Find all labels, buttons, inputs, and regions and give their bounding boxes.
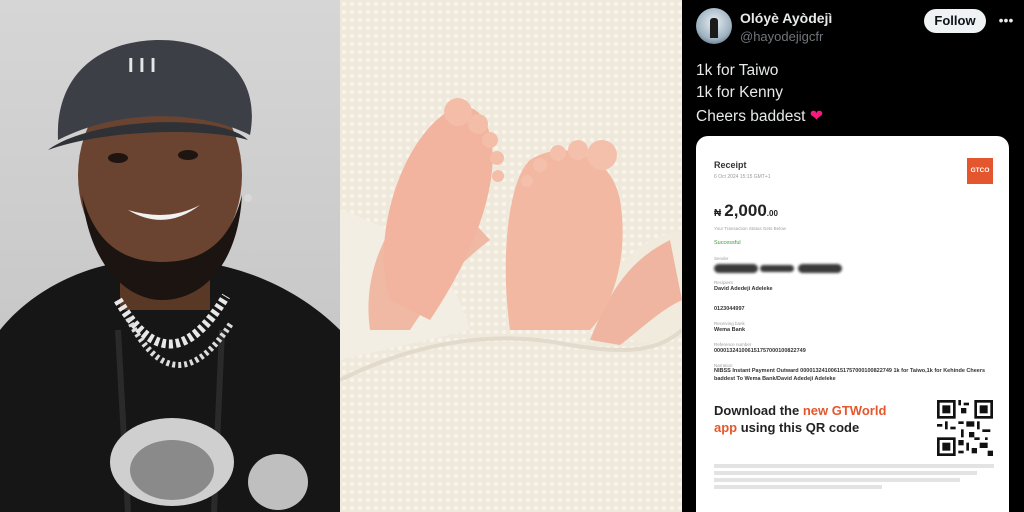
avatar[interactable]	[696, 8, 732, 44]
photo-man-in-cap: I I I	[0, 0, 340, 512]
redacted-sender-2	[760, 265, 794, 272]
receipt-date: 6 Oct 2024 15:15 GMT+1	[714, 174, 771, 180]
amount-value: 2,000	[724, 201, 767, 220]
tweet-line-3-text: Cheers baddest	[696, 108, 806, 125]
man-illustration: I I I	[0, 40, 340, 512]
display-name[interactable]: Olóyè Ayòdejì	[740, 10, 832, 26]
follow-button[interactable]: Follow	[924, 9, 986, 33]
redacted-sender-1	[714, 264, 758, 273]
gtco-logo: GTCO	[967, 158, 993, 184]
photo-baby-feet	[340, 0, 682, 512]
sender-label: Sender	[714, 256, 729, 261]
narration-text: NIBSS Instant Payment Outward 0000132410…	[714, 368, 986, 382]
receipt-title: Receipt	[714, 160, 747, 170]
heart-icon: ❤	[809, 108, 824, 125]
tweet-panel: Olóyè Ayòdejì @hayodejigcfr Follow ••• 1…	[682, 0, 1024, 512]
tweet-line-1: 1k for Taiwo	[696, 62, 779, 79]
baby-feet-illustration	[340, 0, 682, 512]
user-handle[interactable]: @hayodejigcfr	[740, 29, 823, 44]
tweet-line-3: Cheers baddest ❤	[696, 106, 823, 126]
amount-decimal: .00	[766, 209, 778, 218]
more-icon[interactable]: •••	[996, 10, 1016, 30]
bank-name: Wema Bank	[714, 327, 746, 333]
currency-symbol: ₦	[714, 208, 722, 219]
recipient-name: David Adedeji Adeleke	[714, 286, 773, 292]
recipient-label: Recipient	[714, 280, 733, 285]
redacted-sender-3	[798, 264, 842, 273]
receipt-amount: ₦ 2,000.00	[714, 201, 778, 221]
svg-text:I I I: I I I	[128, 55, 156, 77]
reference-number: 000013241006151757000100822749	[714, 348, 806, 354]
fine-print	[714, 464, 994, 489]
tweet-line-2: 1k for Kenny	[696, 84, 784, 101]
reference-label: Reference number	[714, 342, 752, 347]
receipt-image[interactable]: Receipt 6 Oct 2024 15:15 GMT+1 GTCO ₦ 2,0…	[696, 136, 1009, 512]
status-badge: Successful	[714, 240, 741, 246]
cta-prefix: Download the	[714, 403, 803, 418]
download-cta: Download the new GTWorld app using this …	[714, 402, 894, 436]
amount-caption: Your Transaction Status Gets Below	[714, 226, 786, 231]
qr-code-icon[interactable]	[937, 400, 993, 456]
recipient-account: 0123044997	[714, 306, 745, 312]
cta-suffix: using this QR code	[737, 420, 860, 435]
bank-label: Receiving bank	[714, 321, 745, 326]
